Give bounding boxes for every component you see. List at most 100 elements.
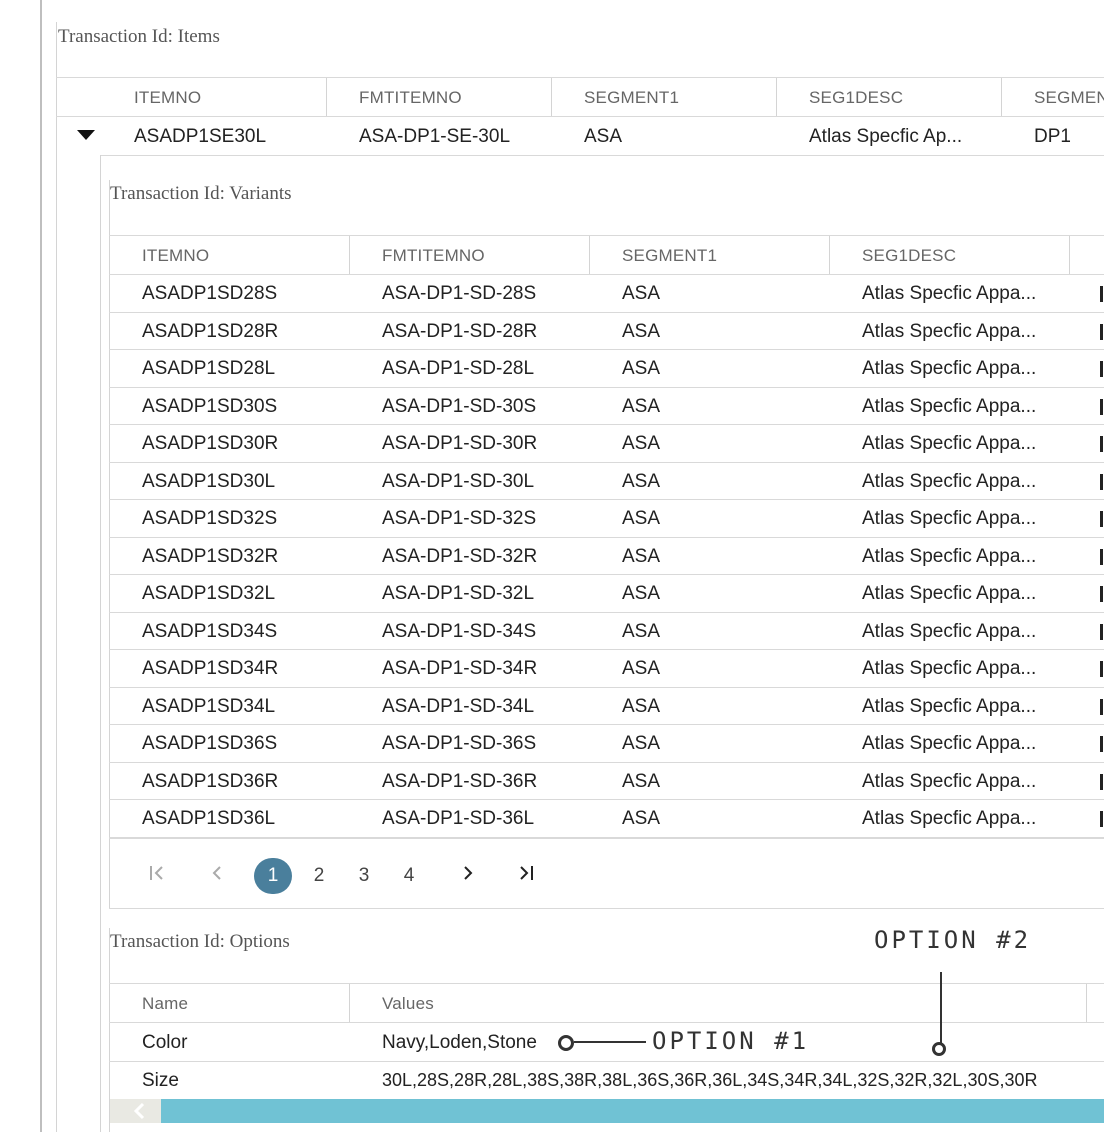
items-col-segment1[interactable]: SEGMENT1: [584, 88, 679, 108]
scrollbar-thumb[interactable]: [161, 1099, 1104, 1123]
variants-cell-segment1: ASA: [622, 770, 661, 792]
variants-cell-segment1: ASA: [622, 733, 661, 754]
variants-table-row[interactable]: ASADP1SD34S ASA-DP1-SD-34S ASA Atlas Specfi…: [109, 613, 1104, 650]
variants-cell-fmtitemno: ASA-DP1-SD-28R: [382, 320, 538, 342]
variants-cell-itemno: ASADP1SD34L: [142, 695, 276, 717]
scroll-left-icon[interactable]: [130, 1101, 154, 1121]
variants-cell-seg1desc: Atlas Specfic Appa...: [862, 433, 1037, 454]
truncated-column-edge: [1100, 436, 1103, 452]
items-frame-line: [56, 22, 57, 1132]
variants-cell-itemno: ASADP1SD34S: [142, 620, 278, 642]
variants-table-row[interactable]: ASADP1SD32L ASA-DP1-SD-32L ASA Atlas Specfi…: [109, 575, 1104, 613]
col-divider: [551, 78, 552, 116]
variants-table-row[interactable]: ASADP1SD30S ASA-DP1-SD-30S ASA Atlas Specfi…: [109, 388, 1104, 425]
prev-page-icon[interactable]: [202, 858, 232, 894]
truncated-column-edge: [1100, 323, 1103, 340]
first-page-icon[interactable]: [142, 858, 172, 894]
variants-cell-itemno: ASADP1SD30S: [142, 395, 278, 417]
truncated-column-edge: [1100, 398, 1103, 415]
option-1-callout-line: [574, 1041, 646, 1043]
options-header-row: Name Values: [109, 984, 1104, 1022]
detail-frame-line: [100, 155, 101, 1132]
truncated-column-edge: [1100, 736, 1103, 752]
variants-table-row[interactable]: ASADP1SD30R ASA-DP1-SD-30R ASA Atlas Specfi…: [109, 425, 1104, 463]
options-col-name[interactable]: Name: [142, 994, 188, 1014]
options-row-size[interactable]: Size 30L,28S,28R,28L,38S,38R,38L,36S,36R…: [109, 1062, 1104, 1098]
options-cell-values: Navy,Loden,Stone: [382, 1032, 537, 1053]
variants-cell-segment1: ASA: [622, 470, 661, 492]
page-1-button[interactable]: 1: [254, 858, 292, 894]
col-divider: [1001, 78, 1002, 116]
variants-cell-itemno: ASADP1SD32S: [142, 508, 278, 529]
items-col-fmtitemno[interactable]: FMTITEMNO: [359, 88, 462, 108]
variants-cell-seg1desc: Atlas Specfic Appa...: [862, 770, 1037, 792]
variants-table-row[interactable]: ASADP1SD32S ASA-DP1-SD-32S ASA Atlas Specfi…: [109, 500, 1104, 538]
variants-cell-itemno: ASADP1SD28S: [142, 283, 278, 304]
variants-table-row[interactable]: ASADP1SD28L ASA-DP1-SD-28L ASA Atlas Specfi…: [109, 350, 1104, 388]
variants-table-row[interactable]: ASADP1SD36S ASA-DP1-SD-36S ASA Atlas Specfi…: [109, 725, 1104, 763]
variants-title: Transaction Id: Variants: [110, 183, 292, 204]
variants-cell-seg1desc: Atlas Specfic Appa...: [862, 545, 1037, 567]
options-col-values[interactable]: Values: [382, 994, 434, 1014]
variants-cell-fmtitemno: ASA-DP1-SD-36L: [382, 808, 535, 829]
page-3-button[interactable]: 3: [349, 858, 379, 894]
last-page-icon[interactable]: [512, 858, 542, 894]
variants-cell-itemno: ASADP1SD32R: [142, 545, 279, 567]
variants-cell-fmtitemno: ASA-DP1-SD-32S: [382, 508, 537, 529]
page-4-button[interactable]: 4: [394, 858, 424, 894]
items-col-seg1desc[interactable]: SEG1DESC: [809, 88, 903, 108]
variants-cell-fmtitemno: ASA-DP1-SD-28S: [382, 283, 537, 304]
detail-top-border: [100, 155, 1104, 156]
items-row[interactable]: ASADP1SE30L ASA-DP1-SE-30L ASA Atlas Spe…: [56, 117, 1104, 155]
truncated-column-edge: [1100, 473, 1103, 490]
variants-col-seg1desc[interactable]: SEG1DESC: [862, 246, 956, 266]
option-1-callout-dot: [558, 1035, 574, 1051]
items-col-segment2[interactable]: SEGMEN: [1034, 88, 1104, 108]
variants-table-row[interactable]: ASADP1SD28S ASA-DP1-SD-28S ASA Atlas Specfi…: [109, 275, 1104, 313]
pager-top-border: [109, 838, 1104, 839]
truncated-column-edge: [1100, 623, 1103, 640]
variants-cell-itemno: ASADP1SD30L: [142, 470, 276, 492]
variants-cell-seg1desc: Atlas Specfic Appa...: [862, 695, 1037, 717]
variants-table-row[interactable]: ASADP1SD36R ASA-DP1-SD-36R ASA Atlas Specfi…: [109, 763, 1104, 800]
variants-table-row[interactable]: ASADP1SD36L ASA-DP1-SD-36L ASA Atlas Specfi…: [109, 800, 1104, 838]
option-2-callout-dot: [932, 1042, 946, 1056]
variants-table-row[interactable]: ASADP1SD30L ASA-DP1-SD-30L ASA Atlas Specfi…: [109, 463, 1104, 500]
col-divider: [1069, 236, 1070, 274]
items-cell-segment1: ASA: [584, 126, 623, 147]
items-col-itemno[interactable]: ITEMNO: [134, 88, 201, 108]
variants-table-row[interactable]: ASADP1SD32R ASA-DP1-SD-32R ASA Atlas Specfi…: [109, 538, 1104, 575]
truncated-column-edge: [1100, 361, 1103, 377]
items-title: Transaction Id: Items: [58, 26, 220, 47]
variants-cell-segment1: ASA: [622, 620, 661, 642]
variants-table-row[interactable]: ASADP1SD28R ASA-DP1-SD-28R ASA Atlas Specfi…: [109, 313, 1104, 350]
variants-header-row: ITEMNO FMTITEMNO SEGMENT1 SEG1DESC: [109, 236, 1104, 274]
variants-table-row[interactable]: ASADP1SD34L ASA-DP1-SD-34L ASA Atlas Specfi…: [109, 688, 1104, 725]
variants-col-fmtitemno[interactable]: FMTITEMNO: [382, 246, 485, 266]
variants-cell-fmtitemno: ASA-DP1-SD-34R: [382, 658, 538, 679]
truncated-column-edge: [1100, 773, 1103, 790]
variants-cell-seg1desc: Atlas Specfic Appa...: [862, 320, 1037, 342]
next-page-icon[interactable]: [453, 858, 483, 894]
variants-table-row[interactable]: ASADP1SD34R ASA-DP1-SD-34R ASA Atlas Specfi…: [109, 650, 1104, 688]
variants-col-segment1[interactable]: SEGMENT1: [622, 246, 717, 266]
options-cell-values: 30L,28S,28R,28L,38S,38R,38L,36S,36R,36L,…: [382, 1070, 1038, 1090]
truncated-column-edge: [1100, 286, 1103, 302]
options-cell-name: Color: [142, 1032, 188, 1053]
variants-cell-fmtitemno: ASA-DP1-SD-32R: [382, 545, 538, 567]
variants-col-itemno[interactable]: ITEMNO: [142, 246, 209, 266]
truncated-column-edge: [1100, 811, 1103, 827]
col-divider: [326, 78, 327, 116]
horizontal-scrollbar[interactable]: [110, 1099, 1104, 1123]
collapse-caret-icon[interactable]: [77, 130, 95, 140]
option-1-callout-label: OPTION #1: [652, 1027, 810, 1055]
variants-cell-segment1: ASA: [622, 283, 661, 304]
variants-cell-itemno: ASADP1SD36L: [142, 808, 276, 829]
variants-cell-seg1desc: Atlas Specfic Appa...: [862, 470, 1037, 492]
variants-cell-segment1: ASA: [622, 695, 661, 717]
variants-cell-segment1: ASA: [622, 808, 661, 829]
page-2-button[interactable]: 2: [304, 858, 334, 894]
variants-cell-seg1desc: Atlas Specfic Appa...: [862, 583, 1037, 604]
variants-cell-itemno: ASADP1SD34R: [142, 658, 279, 679]
col-divider: [589, 236, 590, 274]
